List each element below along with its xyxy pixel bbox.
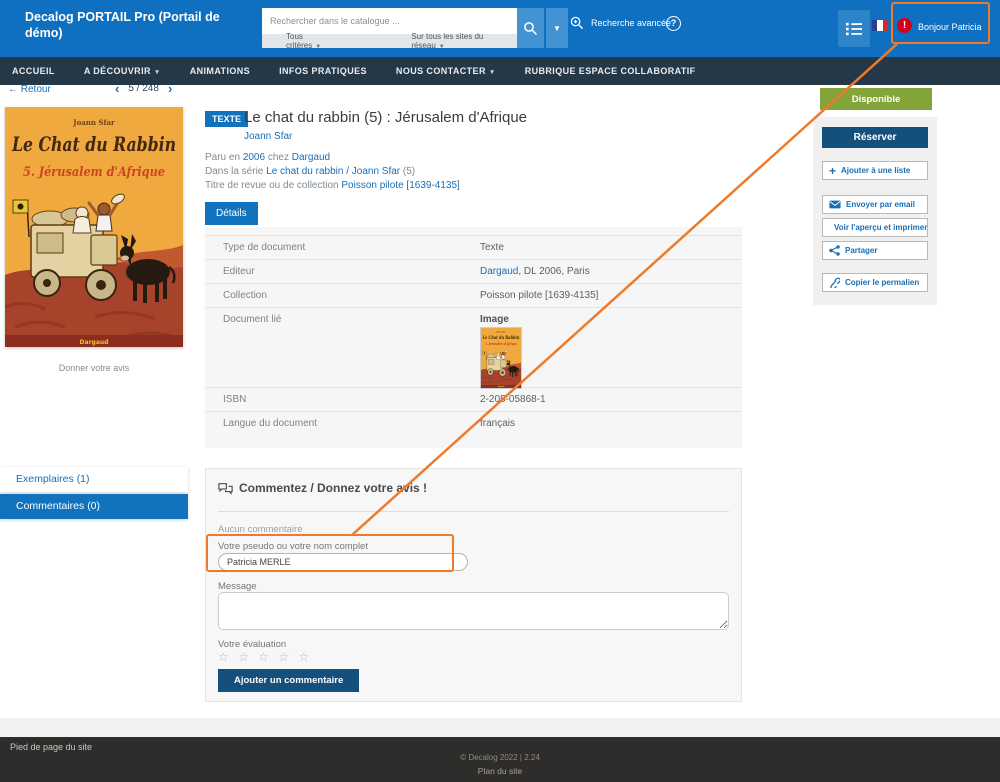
alert-icon[interactable]: ! <box>897 18 912 33</box>
actions-panel: Réserver + Ajouter à une liste Envoyer p… <box>813 117 937 305</box>
pre-footer-strip <box>0 718 1000 737</box>
series-link[interactable]: Le chat du rabbin / Joann Sfar <box>266 166 400 177</box>
record-author-link[interactable]: Joann Sfar <box>244 131 292 142</box>
rate-label[interactable]: Donner votre avis <box>0 363 188 373</box>
book-cover <box>5 107 183 347</box>
search-criteria-dropdown[interactable]: Tous critères▼ <box>286 32 339 50</box>
detail-row-linked-document: Document lié Image <box>205 308 742 388</box>
year-link[interactable]: 2006 <box>243 152 265 163</box>
french-flag-icon[interactable] <box>872 20 888 31</box>
linked-document-thumbnail[interactable] <box>480 327 522 389</box>
footer-copyright: © Decalog 2022 | 2.24 <box>0 753 1000 762</box>
nav-item-animations[interactable]: ANIMATIONS <box>190 66 250 76</box>
advanced-search-link[interactable]: Recherche avancée <box>570 16 671 30</box>
detail-row: Collection Poisson pilote [1639-4135] <box>205 284 742 308</box>
search-options-bar: Tous critères▼ Sur tous les sites du rés… <box>262 34 517 48</box>
document-type-badge: TEXTE <box>205 111 248 127</box>
linked-document-label[interactable]: Image <box>480 314 522 325</box>
main-nav: ACCUEIL A DÉCOUVRIR▼ ANIMATIONS INFOS PR… <box>0 57 1000 85</box>
user-greeting[interactable]: Bonjour Patricia <box>918 22 982 32</box>
collection-link[interactable]: Poisson pilote [1639-4135] <box>341 180 459 191</box>
record-title: Le chat du rabbin (5) : Jérusalem d'Afri… <box>244 109 527 126</box>
selection-list-button[interactable] <box>838 10 870 47</box>
chevron-down-icon: ▼ <box>315 44 321 50</box>
prev-result-icon[interactable]: ‹ <box>115 84 119 94</box>
add-to-list-button[interactable]: + Ajouter à une liste <box>822 161 928 180</box>
details-panel: Type de document Texte Editeur Dargaud, … <box>205 227 742 448</box>
chevron-down-icon: ▼ <box>154 69 161 76</box>
help-icon[interactable]: ? <box>666 16 681 31</box>
footer: Pied de page du site © Decalog 2022 | 2.… <box>0 737 1000 782</box>
site-logo[interactable]: Decalog PORTAIL Pro (Portail de démo) <box>25 10 240 41</box>
print-preview-button[interactable]: Voir l'aperçu et imprimer <box>822 218 928 237</box>
chevron-down-icon: ▼ <box>489 69 496 76</box>
search-icon <box>523 21 538 36</box>
no-comments-text: Aucun commentaire <box>218 524 302 535</box>
top-bar: Decalog PORTAIL Pro (Portail de démo) To… <box>0 0 1000 57</box>
tab-commentaires[interactable]: Commentaires (0) <box>0 494 188 519</box>
detail-row: Editeur Dargaud, DL 2006, Paris <box>205 260 742 284</box>
isbn-value: 2-205-05868-1 <box>480 394 546 405</box>
search-dropdown-button[interactable]: ▼ <box>546 8 568 48</box>
detail-row: ISBN 2-205-05868-1 <box>205 388 742 412</box>
publisher-link[interactable]: Dargaud <box>292 152 330 163</box>
nav-item-accueil[interactable]: ACCUEIL <box>12 66 55 76</box>
share-button[interactable]: Partager <box>822 241 928 260</box>
language-value: français <box>480 418 515 429</box>
send-email-button[interactable]: Envoyer par email <box>822 195 928 214</box>
pseudo-label: Votre pseudo ou votre nom complet <box>218 541 368 552</box>
nav-item-nous-contacter[interactable]: NOUS CONTACTER▼ <box>396 66 496 76</box>
add-comment-button[interactable]: Ajouter un commentaire <box>218 669 359 692</box>
link-icon <box>829 277 840 288</box>
share-icon <box>829 245 840 256</box>
nav-item-a-decouvrir[interactable]: A DÉCOUVRIR▼ <box>84 66 161 76</box>
envelope-icon <box>829 200 841 209</box>
reserve-button[interactable]: Réserver <box>822 127 928 148</box>
search-input[interactable] <box>262 8 517 34</box>
left-tabs: Exemplaires (1) Commentaires (0) <box>0 467 188 521</box>
rating-stars[interactable]: ☆ ☆ ☆ ☆ ☆ <box>218 650 312 664</box>
list-icon <box>845 21 863 37</box>
message-textarea[interactable] <box>218 592 729 630</box>
nav-item-espace-collaboratif[interactable]: RUBRIQUE ESPACE COLLABORATIF <box>525 66 696 76</box>
search-plus-icon <box>570 16 584 30</box>
back-link[interactable]: ← Retour <box>8 84 51 95</box>
detail-row: Langue du document français <box>205 412 742 435</box>
editor-link[interactable]: Dargaud <box>480 266 518 277</box>
availability-badge: Disponible <box>820 88 932 110</box>
footer-label: Pied de page du site <box>10 742 92 752</box>
nav-item-infos-pratiques[interactable]: INFOS PRATIQUES <box>279 66 367 76</box>
rating-label: Votre évaluation <box>218 639 286 650</box>
chevron-down-icon: ▼ <box>439 44 445 50</box>
sitemap-link[interactable]: Plan du site <box>0 766 1000 776</box>
pseudo-input[interactable] <box>218 553 468 571</box>
collection-line: Titre de revue ou de collection Poisson … <box>205 180 460 191</box>
search-scope-dropdown[interactable]: Sur tous les sites du réseau▼ <box>411 32 517 50</box>
message-label: Message <box>218 581 257 592</box>
tab-exemplaires[interactable]: Exemplaires (1) <box>0 467 188 492</box>
collection-detail-link[interactable]: Poisson pilote [1639-4135] <box>480 290 598 301</box>
copy-permalink-button[interactable]: Copier le permalien <box>822 273 928 292</box>
publication-line: Paru en 2006 chez Dargaud <box>205 152 330 163</box>
plus-icon: + <box>829 166 836 176</box>
search-button[interactable] <box>517 8 544 48</box>
tab-details[interactable]: Détails <box>205 202 258 225</box>
series-line: Dans la série Le chat du rabbin / Joann … <box>205 166 415 177</box>
page: Joann Sfar Le Chat du Rabbin 5. Jérusale… <box>0 0 1000 782</box>
comments-heading: Commentez / Donnez votre avis ! <box>218 481 427 495</box>
document-type-link[interactable]: Texte <box>480 242 504 253</box>
comments-icon <box>218 482 233 495</box>
next-result-icon[interactable]: › <box>168 84 172 94</box>
comments-panel: Commentez / Donnez votre avis ! Aucun co… <box>205 468 742 702</box>
divider <box>218 511 729 512</box>
detail-row: Type de document Texte <box>205 235 742 260</box>
